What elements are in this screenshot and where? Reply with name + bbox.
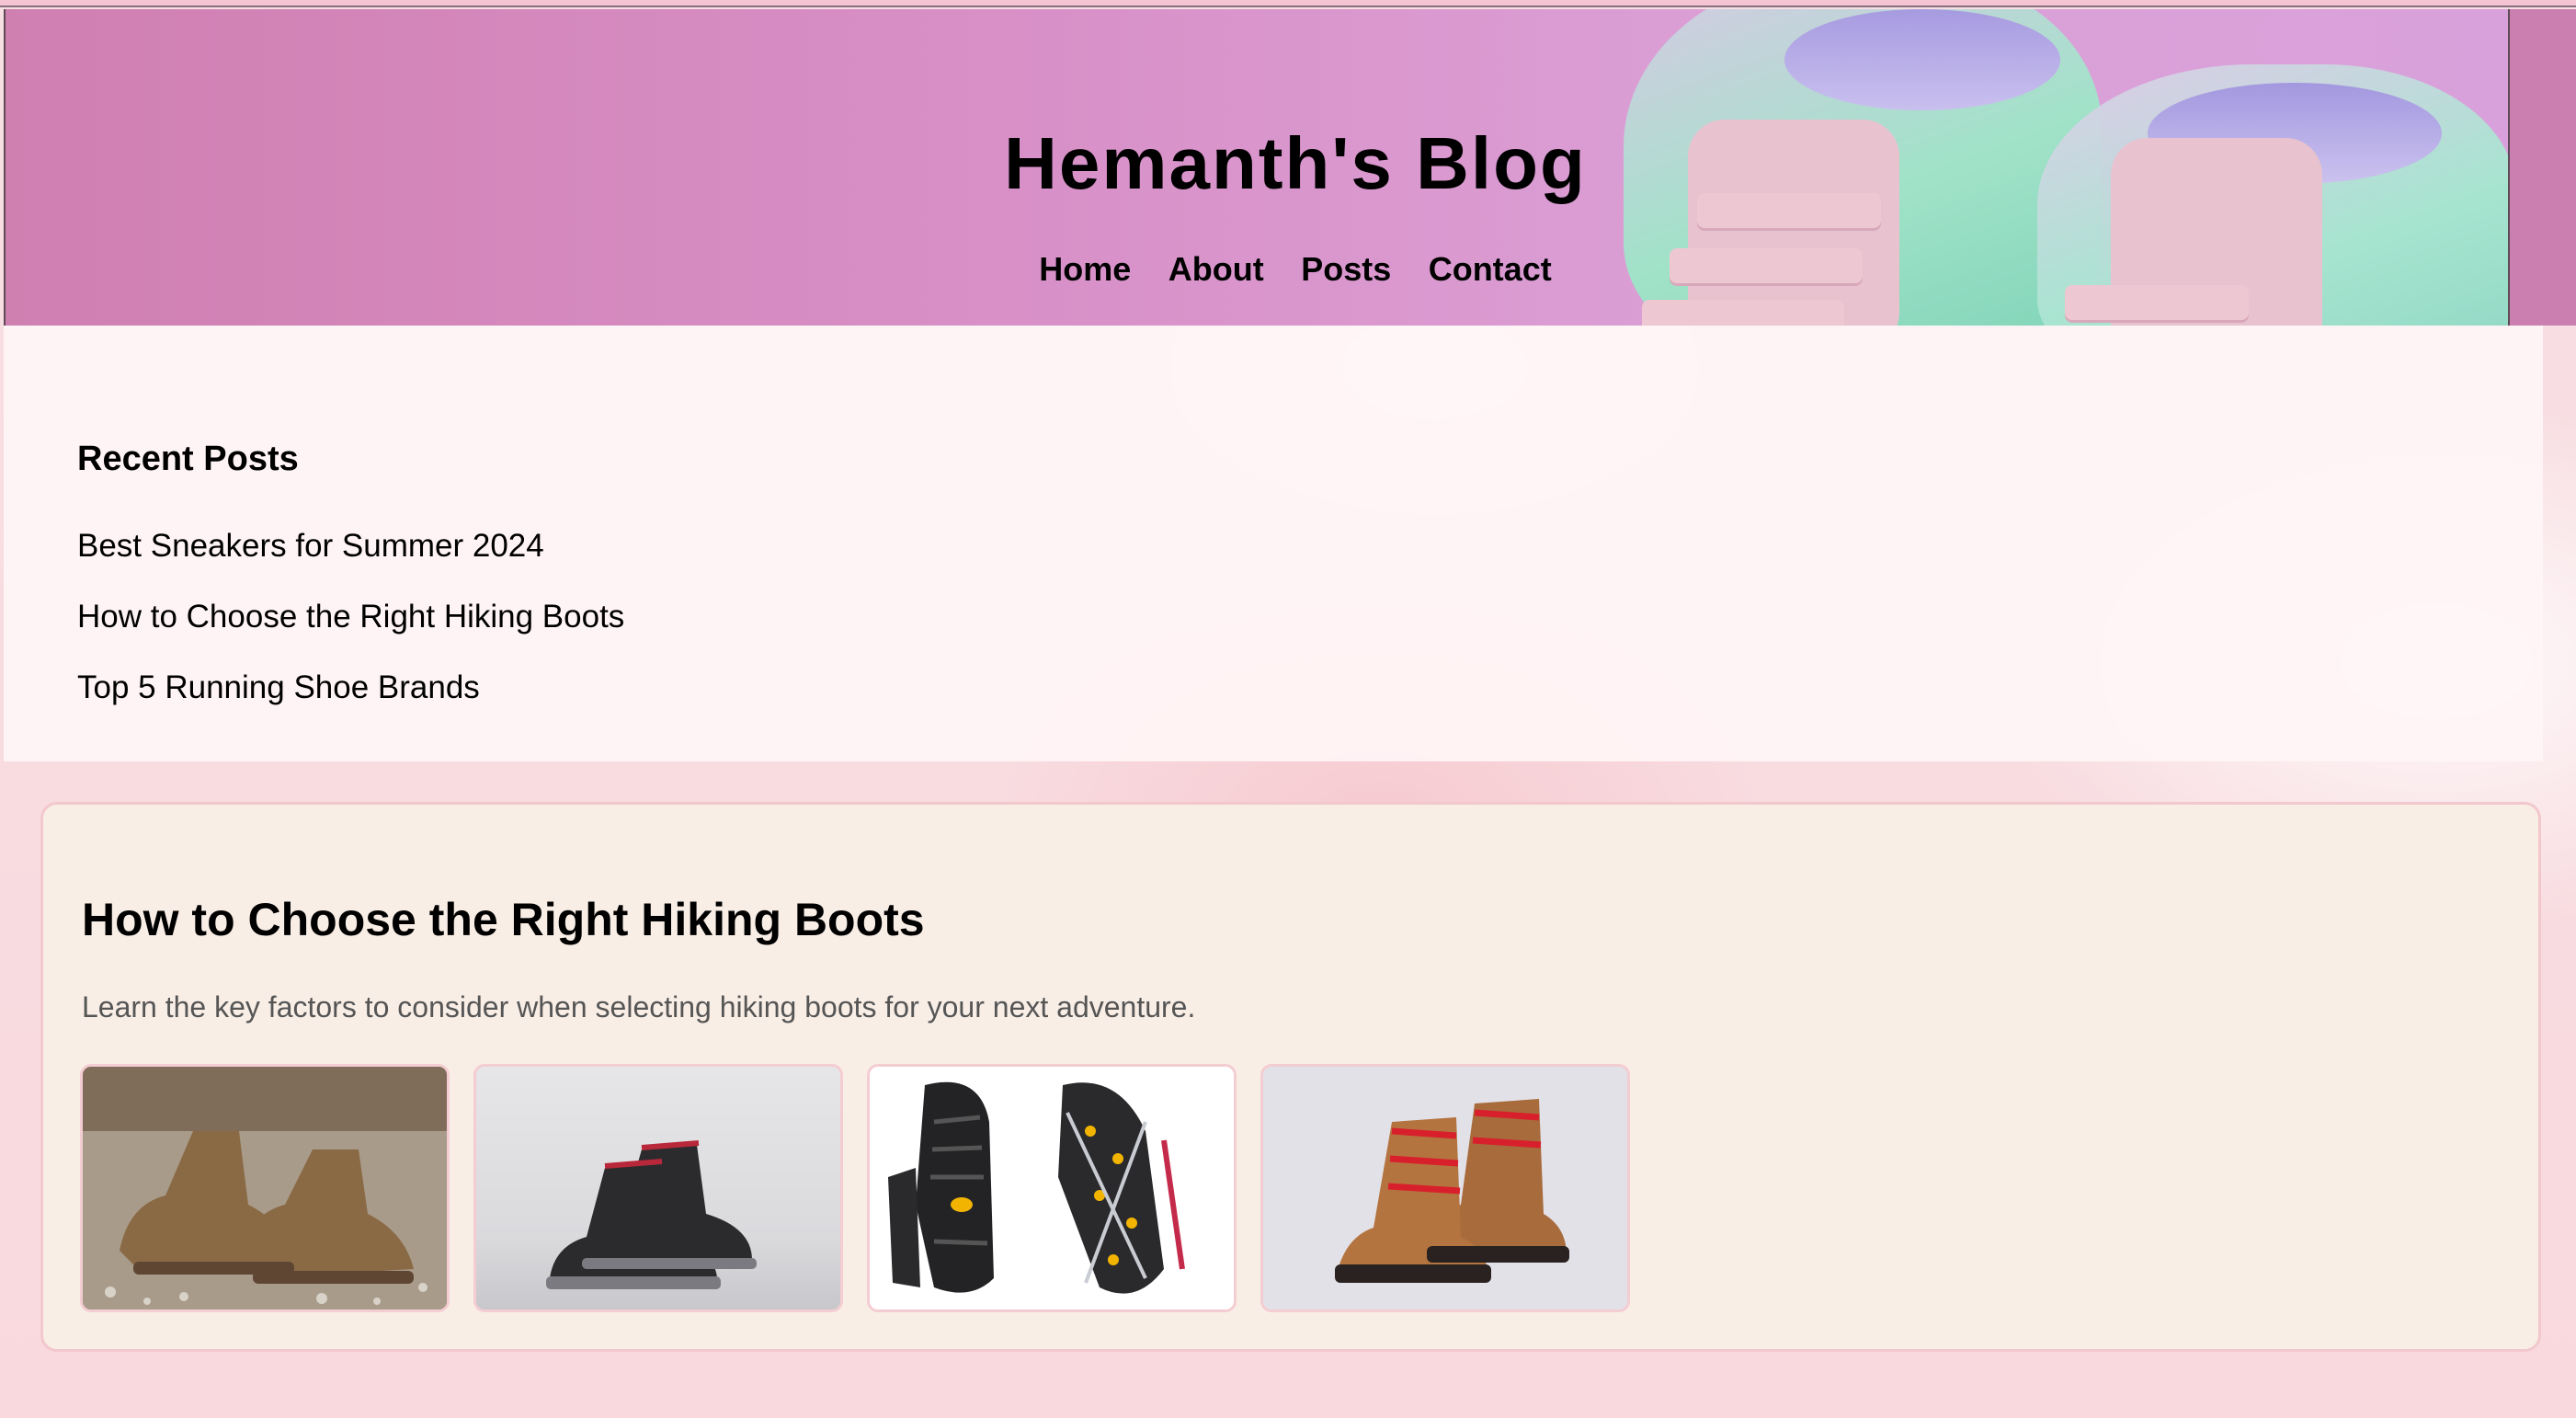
recent-post-link[interactable]: Best Sneakers for Summer 2024 [77,528,544,564]
top-border [0,0,2576,7]
recent-posts-list: Best Sneakers for Summer 2024 How to Cho… [77,513,624,726]
work-boots-illustration [546,1140,757,1289]
nav-posts-link[interactable]: Posts [1301,250,1391,289]
recent-posts-section: Recent Posts Best Sneakers for Summer 20… [4,326,2543,761]
recent-post-link[interactable]: Top 5 Running Shoe Brands [77,669,480,705]
site-title: Hemanth's Blog [1004,122,1587,204]
brown-boots-red-laces-image[interactable] [1260,1064,1630,1312]
header-edge [2510,9,2576,326]
nav-about-link[interactable]: About [1168,250,1264,289]
post-title: How to Choose the Right Hiking Boots [82,894,925,945]
list-item: Best Sneakers for Summer 2024 [77,513,624,584]
soles-crampons-illustration [888,1081,1185,1294]
lace [2065,285,2249,320]
lace [1642,300,1844,326]
boot-soles-with-crampons-image[interactable] [867,1064,1237,1312]
list-item: How to Choose the Right Hiking Boots [77,584,624,655]
main-nav: Home About Posts Contact [6,250,2508,289]
sneaker-opening [1784,9,2060,110]
post-excerpt: Learn the key factors to consider when s… [82,990,1196,1023]
post-card: How to Choose the Right Hiking Boots Lea… [40,802,2541,1352]
nav-home-link[interactable]: Home [1039,250,1131,289]
brown-boots-illustration [1335,1099,1569,1283]
boots-gravel-illustration [83,1067,447,1309]
hiking-boots-on-gravel-image[interactable] [80,1064,450,1312]
list-item: Top 5 Running Shoe Brands [77,655,624,726]
nav-contact-link[interactable]: Contact [1429,250,1552,289]
recent-post-link[interactable]: How to Choose the Right Hiking Boots [77,599,624,635]
site-header: Hemanth's Blog Home About Posts Contact [4,9,2510,326]
black-work-boots-image[interactable] [473,1064,843,1312]
recent-posts-heading: Recent Posts [77,440,299,478]
